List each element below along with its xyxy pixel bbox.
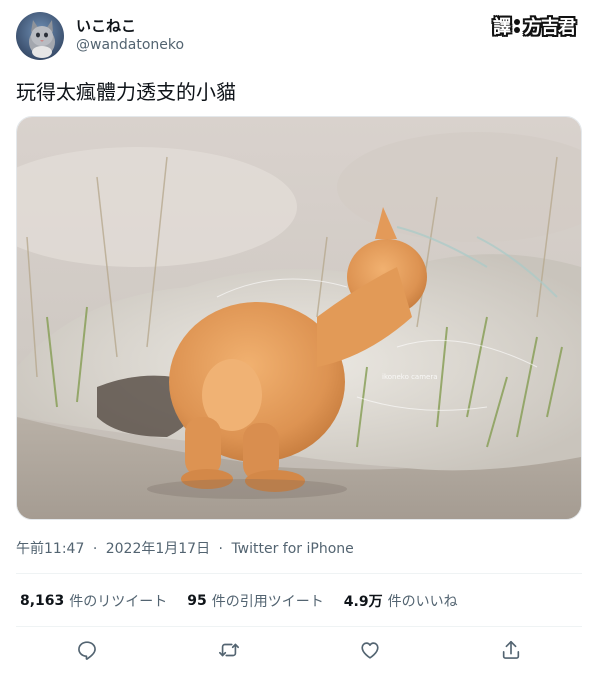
share-button[interactable] xyxy=(497,636,525,664)
tweet-text: 玩得太瘋體力透支的小貓 xyxy=(16,80,236,104)
quotes-stat[interactable]: 95 件の引用ツイート xyxy=(187,591,323,611)
divider-top xyxy=(16,573,582,574)
translator-badge-left: 譯 xyxy=(493,17,511,38)
tweet-client[interactable]: Twitter for iPhone xyxy=(231,541,353,557)
tweet-card: いこねこ @wandatoneko 譯 方吉君 玩得太瘋體力透支的小貓 ikon… xyxy=(0,0,598,673)
tweet-date[interactable]: 2022年1月17日 xyxy=(106,541,210,557)
cat-photo-illustration: ikoneko camera xyxy=(17,117,581,519)
translator-badge: 譯 方吉君 xyxy=(493,14,576,38)
likes-label: 件のいいね xyxy=(387,594,458,610)
reply-button[interactable] xyxy=(73,636,101,664)
meta-separator: · xyxy=(218,541,223,557)
retweet-button[interactable] xyxy=(215,636,243,664)
tweet-photo[interactable]: ikoneko camera xyxy=(16,116,582,520)
divider-bottom xyxy=(16,626,582,627)
retweet-icon xyxy=(219,643,239,657)
quotes-label: 件の引用ツイート xyxy=(211,594,324,610)
retweets-stat[interactable]: 8,163 件のリツイート xyxy=(20,591,167,611)
tweet-time[interactable]: 午前11:47 xyxy=(16,541,84,557)
quotes-count: 95 xyxy=(187,593,207,609)
tweet-meta: 午前11:47 · 2022年1月17日 · Twitter for iPhon… xyxy=(16,538,354,558)
like-button[interactable] xyxy=(356,636,384,664)
share-icon xyxy=(502,640,520,659)
translator-badge-right: 方吉君 xyxy=(524,17,576,38)
author-handle[interactable]: @wandatoneko xyxy=(76,37,184,53)
heart-icon xyxy=(361,642,379,659)
photo-watermark: ikoneko camera xyxy=(382,373,438,381)
tweet-actions xyxy=(0,636,598,664)
reply-icon xyxy=(78,641,96,660)
avatar[interactable] xyxy=(16,12,64,60)
meta-separator: · xyxy=(92,541,98,557)
tweet-stats: 8,163 件のリツイート 95 件の引用ツイート 4.9万 件のいいね xyxy=(20,590,478,612)
retweets-count: 8,163 xyxy=(20,593,65,609)
likes-count: 4.9万 xyxy=(343,594,383,610)
badge-colon-icon xyxy=(513,16,521,36)
author-name[interactable]: いこねこ xyxy=(76,15,136,36)
likes-stat[interactable]: 4.9万 件のいいね xyxy=(344,591,458,611)
retweets-label: 件のリツイート xyxy=(69,594,168,610)
avatar-cat-image xyxy=(16,12,64,60)
